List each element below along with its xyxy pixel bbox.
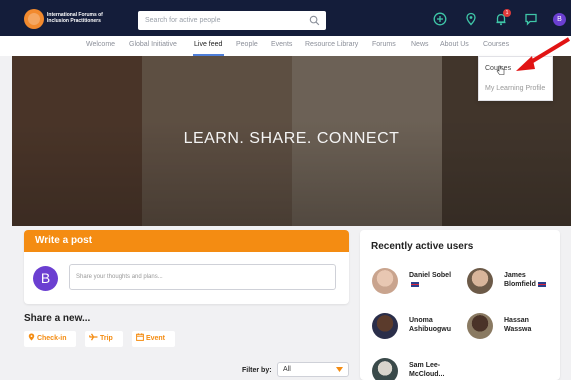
uk-flag-icon [537,281,546,287]
nav-about-us[interactable]: About Us [440,41,469,48]
organization-name: International Forums of Inclusion Practi… [47,12,127,24]
write-post-card: Write a post B Share your thoughts and p… [24,230,349,304]
post-author-avatar: B [33,266,58,291]
org-name-line-2: Inclusion Practitioners [47,18,101,24]
nav-welcome[interactable]: Welcome [86,41,115,48]
nav-live-feed[interactable]: Live feed [194,41,222,48]
calendar-icon [136,333,144,341]
user-name-line-1: Daniel Sobel [409,272,452,279]
nav-news[interactable]: News [411,41,429,48]
nav-forums[interactable]: Forums [372,41,396,48]
recent-users-title: Recently active users [371,241,474,252]
avatar [467,313,493,339]
user-name: Hassan Wasswa [504,316,560,334]
user-name-line-1: Sam Lee- [409,362,441,369]
nav-events[interactable]: Events [271,41,292,48]
share-new-title: Share a new... [24,313,91,324]
user-name-line-1: Hassan [504,317,529,324]
user-card-hassan-wasswa[interactable]: Hassan Wasswa [467,313,557,341]
event-label: Event [145,335,166,342]
filter-select[interactable]: All [277,362,349,377]
user-name-line-1: James [504,272,526,279]
user-name-line-2: Wasswa [504,326,532,333]
nav-resource-library[interactable]: Resource Library [305,41,358,48]
location-pin-icon [28,333,35,341]
uk-flag-icon [411,281,419,287]
user-avatar[interactable]: B [553,13,566,26]
recently-active-users-card: Recently active users Daniel Sobel James… [360,230,560,380]
top-bar: International Forums of Inclusion Practi… [0,0,571,36]
dropdown-item-my-learning-profile[interactable]: My Learning Profile [485,85,545,92]
user-card-daniel-sobel[interactable]: Daniel Sobel [372,268,462,296]
chat-icon[interactable] [524,12,538,26]
airplane-icon [88,333,98,341]
avatar [372,358,398,380]
annotation-arrow-icon [516,37,571,71]
trip-button[interactable]: Trip [85,331,123,347]
user-name: Sam Lee- McCloud... [409,361,479,379]
organization-logo[interactable] [24,9,44,29]
user-card-james-blomfield[interactable]: James Blomfield [467,268,557,296]
search-input[interactable]: Search for active people [138,11,326,30]
main-navigation: Welcome Global Initiative Live feed Peop… [0,36,571,56]
add-circle-icon[interactable] [433,12,447,26]
check-in-label: Check-in [36,335,67,342]
location-pin-icon[interactable] [464,12,478,26]
nav-people[interactable]: People [236,41,258,48]
hand-cursor-icon [496,65,505,75]
filter-value: All [283,366,291,373]
filter-label: Filter by: [242,367,272,374]
trip-label: Trip [99,335,113,342]
post-input-placeholder: Share your thoughts and plans... [76,274,163,280]
post-input[interactable]: Share your thoughts and plans... [69,264,336,290]
search-placeholder: Search for active people [145,17,221,24]
hero-tagline: LEARN. SHARE. CONNECT [183,130,400,147]
user-name-line-1: Unoma [409,317,433,324]
user-card-sam-lee-mccloud[interactable]: Sam Lee- McCloud... [372,358,462,380]
search-icon[interactable] [309,15,320,26]
user-name-line-2: McCloud... [409,371,445,378]
avatar [372,268,398,294]
nav-global-initiative[interactable]: Global Initiative [129,41,177,48]
write-post-header: Write a post [24,230,349,252]
user-name-line-2: Blomfield [504,281,536,288]
avatar [372,313,398,339]
user-card-unoma-ashibuogwu[interactable]: Unoma Ashibuogwu [372,313,462,341]
check-in-button[interactable]: Check-in [24,331,76,347]
notification-badge: 1 [503,9,511,17]
user-name: James Blomfield [504,271,560,289]
chevron-down-icon [336,367,343,372]
user-name-line-2: Ashibuogwu [409,326,451,333]
event-button[interactable]: Event [132,331,175,347]
nav-courses[interactable]: Courses [483,41,509,48]
avatar [467,268,493,294]
